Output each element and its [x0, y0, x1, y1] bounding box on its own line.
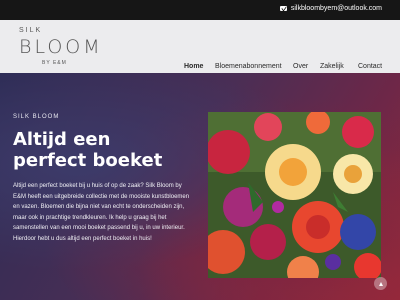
nav-item-contact[interactable]: Contact: [358, 63, 382, 70]
scroll-to-top-button[interactable]: [374, 277, 387, 290]
hero-title: Altijd een perfect boeket: [13, 129, 163, 171]
hero-body: Altijd een perfect boeket bij u huis of …: [13, 183, 190, 242]
hero-section: SILK BLOOM Altijd een perfect boeket Alt…: [0, 73, 400, 300]
logo-line-by: BY E&M: [42, 60, 67, 66]
nav-item-home[interactable]: Home: [184, 63, 203, 70]
logo-line-bloom: BLOOM: [19, 36, 103, 58]
email-address[interactable]: silkbloombyem@outlook.com: [291, 5, 382, 12]
site-logo[interactable]: SILK BLOOM BY E&M: [19, 27, 100, 67]
site-header: SILK BLOOM BY E&M Home Bloemenabonnement…: [0, 20, 400, 73]
envelope-icon: [279, 6, 287, 11]
logo-line-silk: SILK: [19, 27, 43, 34]
nav-item-zakelijk[interactable]: Zakelijk: [320, 63, 344, 70]
nav-item-over[interactable]: Over: [293, 63, 308, 70]
email-link[interactable]: silkbloombyem@outlook.com: [279, 5, 382, 12]
top-bar: silkbloombyem@outlook.com: [0, 0, 400, 20]
flower-bouquet-image: [208, 112, 381, 278]
hero-eyebrow: SILK BLOOM: [13, 114, 60, 120]
nav-item-bloemenabonnement[interactable]: Bloemenabonnement: [215, 63, 282, 70]
